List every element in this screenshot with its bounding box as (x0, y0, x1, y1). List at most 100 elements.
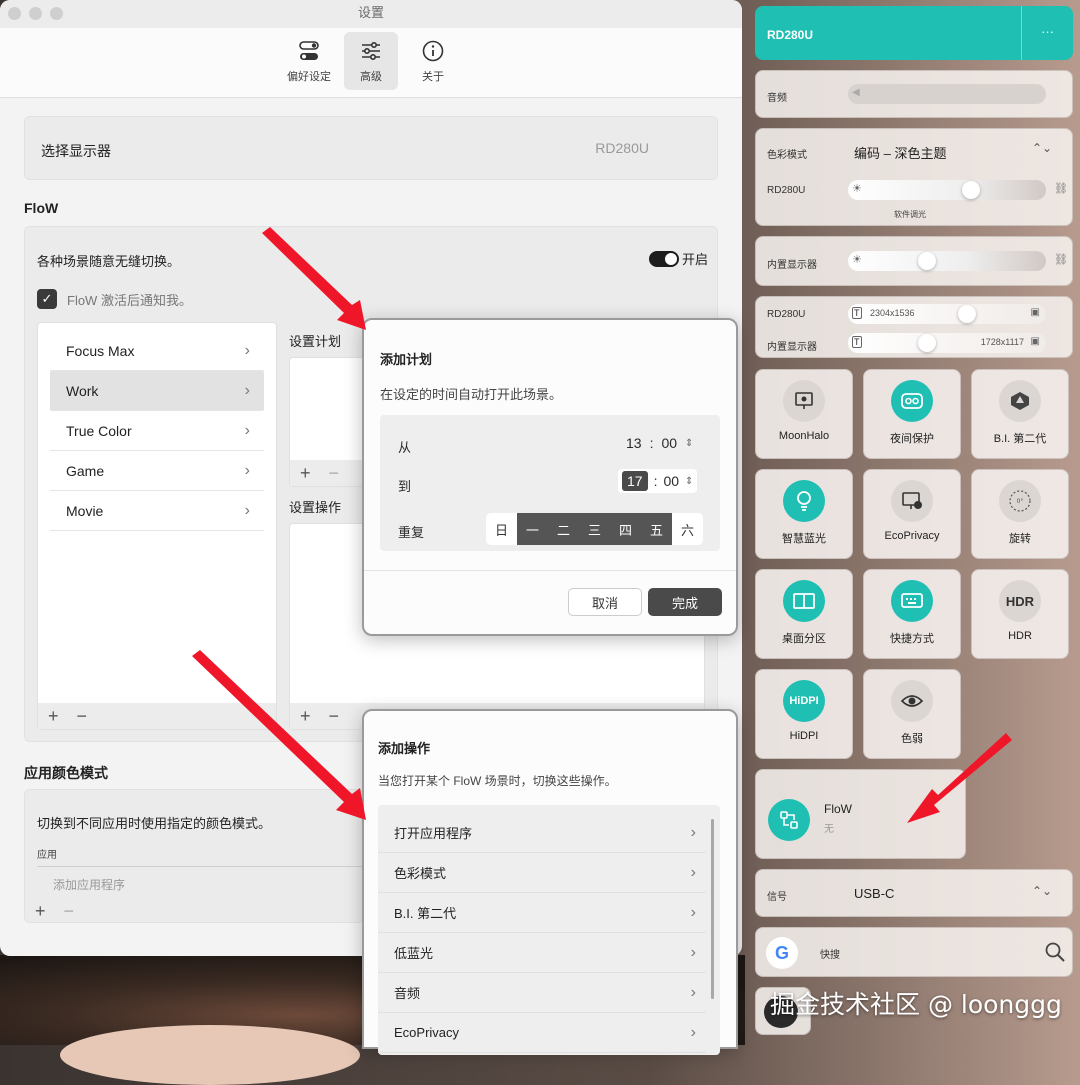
tile-smart-blue-light[interactable]: 智慧蓝光 (755, 469, 853, 559)
chevron-updown-icon[interactable]: ⌃⌄ (1032, 141, 1052, 155)
settings-toolbar: 偏好设定 高级 关于 (0, 28, 742, 98)
day-friday[interactable]: 五 (641, 513, 672, 545)
search-icon[interactable] (1044, 941, 1066, 963)
day-wednesday[interactable]: 三 (579, 513, 610, 545)
action-label: 打开应用程序 (394, 826, 473, 841)
tile-ecoprivacy[interactable]: EcoPrivacy (863, 469, 961, 559)
dialog-title: 添加计划 (380, 352, 433, 367)
flow-icon (768, 799, 810, 841)
resolution-slider-builtin[interactable]: T 1728x1117 ▣ (848, 333, 1046, 353)
monitor-icon: ▣ (1030, 336, 1040, 347)
scene-label: Movie (66, 502, 104, 519)
brightness-slider[interactable]: ☀ (848, 180, 1046, 200)
list-item[interactable]: Game › (50, 451, 264, 491)
device-name: RD280U (767, 28, 814, 42)
day-tuesday[interactable]: 二 (548, 513, 579, 545)
list-item[interactable]: Focus Max › (50, 331, 264, 371)
tile-bi-gen2[interactable]: B.I. 第二代 (971, 369, 1069, 459)
from-time-picker[interactable]: 13:00 ⇕ (626, 435, 693, 451)
remove-app-button[interactable]: − (64, 901, 75, 922)
watermark: 掘金技术社区 @ loonggg (770, 990, 1062, 1019)
list-item[interactable]: EcoPrivacy › (378, 1013, 706, 1053)
quick-search-card[interactable]: G 快搜 (755, 927, 1073, 977)
action-label: 音频 (394, 986, 421, 1001)
device-header[interactable]: RD280U ··· (755, 6, 1073, 60)
list-item[interactable]: Movie › (50, 491, 264, 531)
link-icon[interactable]: ⛓ (1054, 253, 1068, 266)
list-item[interactable]: Work › (50, 371, 264, 411)
remove-action-button[interactable]: − (329, 706, 340, 727)
add-action-button[interactable]: + (300, 706, 311, 727)
actions-title: 设置操作 (289, 500, 342, 515)
more-icon[interactable]: ··· (1041, 24, 1054, 39)
minimize-window-button[interactable] (29, 7, 42, 20)
stepper-icon[interactable]: ⇕ (685, 438, 693, 449)
add-action-dialog: 添加操作 当您打开某个 FloW 场景时，切换这些操作。 打开应用程序 › 色彩模… (362, 709, 738, 1055)
tile-hdr[interactable]: HDR HDR (971, 569, 1069, 659)
tab-about[interactable]: 关于 (406, 32, 460, 90)
list-item[interactable]: 色彩模式 › (378, 853, 706, 893)
scene-list: Focus Max › Work › True Color › Game › Movie… (37, 322, 277, 730)
builtin-brightness-slider[interactable]: ☀ (848, 251, 1046, 271)
action-label: 色彩模式 (394, 866, 447, 881)
scene-label: True Color (66, 422, 132, 439)
monitor-leaf-icon (891, 480, 933, 522)
list-item[interactable]: B.I. 第二代 › (378, 893, 706, 933)
app-list-controls: + − (25, 900, 74, 922)
resolution-slider-rd280u[interactable]: T 2304x1536 ▣ (848, 304, 1046, 324)
signal-select[interactable]: USB-C (854, 886, 894, 901)
add-schedule-button[interactable]: + (300, 463, 311, 484)
display-select-row[interactable]: 选择显示器 RD280U (24, 116, 718, 180)
volume-slider[interactable]: ◀ (848, 84, 1046, 104)
tile-night-protection[interactable]: 夜间保护 (863, 369, 961, 459)
chevron-right-icon: › (244, 381, 250, 399)
remove-schedule-button[interactable]: − (329, 463, 340, 484)
list-item[interactable]: True Color › (50, 411, 264, 451)
tile-hidpi[interactable]: HiDPI HiDPI (755, 669, 853, 759)
remove-scene-button[interactable]: − (77, 706, 88, 727)
tile-label: HiDPI (789, 730, 819, 742)
day-thursday[interactable]: 四 (610, 513, 641, 545)
cancel-button[interactable]: 取消 (568, 588, 642, 616)
to-minute[interactable]: 00 (663, 473, 679, 489)
day-saturday[interactable]: 六 (672, 513, 703, 545)
toggle-switch[interactable] (649, 250, 679, 267)
tile-rotate[interactable]: 0° 旋转 (971, 469, 1069, 559)
sun-icon: ☀ (852, 183, 862, 195)
tab-advanced[interactable]: 高级 (344, 32, 398, 90)
tile-moonhalo[interactable]: MoonHalo (755, 369, 853, 459)
link-icon[interactable]: ⛓ (1054, 182, 1068, 195)
zoom-window-button[interactable] (50, 7, 63, 20)
tab-label: 高级 (360, 70, 382, 83)
from-hour[interactable]: 13 (626, 435, 642, 451)
add-app-placeholder[interactable]: 添加应用程序 (53, 876, 125, 893)
list-item[interactable]: 打开应用程序 › (378, 813, 706, 853)
title-bar: 设置 (0, 0, 742, 28)
color-mode-select[interactable]: 编码 – 深色主题 (854, 143, 946, 162)
chevron-updown-icon[interactable]: ⌃⌄ (1032, 884, 1052, 898)
tile-desktop-partition[interactable]: 桌面分区 (755, 569, 853, 659)
done-button[interactable]: 完成 (648, 588, 722, 616)
add-plan-dialog: 添加计划 在设定的时间自动打开此场景。 从 13:00 ⇕ 到 17:00 ⇕ 重复… (362, 318, 738, 636)
list-item[interactable]: 音频 › (378, 973, 706, 1013)
flow-toggle[interactable]: 开启 (649, 249, 708, 268)
chevron-right-icon: › (244, 461, 250, 479)
day-sunday[interactable]: 日 (486, 513, 517, 545)
add-app-button[interactable]: + (35, 901, 46, 922)
checkbox-checked-icon[interactable]: ✓ (37, 289, 57, 309)
day-monday[interactable]: 一 (517, 513, 548, 545)
add-scene-button[interactable]: + (48, 706, 59, 727)
close-window-button[interactable] (8, 7, 21, 20)
to-time-picker[interactable]: 17:00 ⇕ (618, 469, 698, 493)
notify-option[interactable]: ✓ FloW 激活后通知我。 (37, 289, 192, 309)
from-minute[interactable]: 00 (661, 435, 677, 451)
tab-preferences[interactable]: 偏好设定 (282, 32, 336, 90)
tile-color-weak[interactable]: 色弱 (863, 669, 961, 759)
res-row-value: 1728x1117 (980, 337, 1024, 347)
tile-shortcuts[interactable]: 快捷方式 (863, 569, 961, 659)
scrollbar[interactable] (711, 819, 714, 999)
to-hour[interactable]: 17 (622, 471, 648, 491)
list-item[interactable]: 低蓝光 › (378, 933, 706, 973)
flow-tile[interactable]: FloW 无 (755, 769, 966, 859)
stepper-icon[interactable]: ⇕ (685, 476, 693, 487)
